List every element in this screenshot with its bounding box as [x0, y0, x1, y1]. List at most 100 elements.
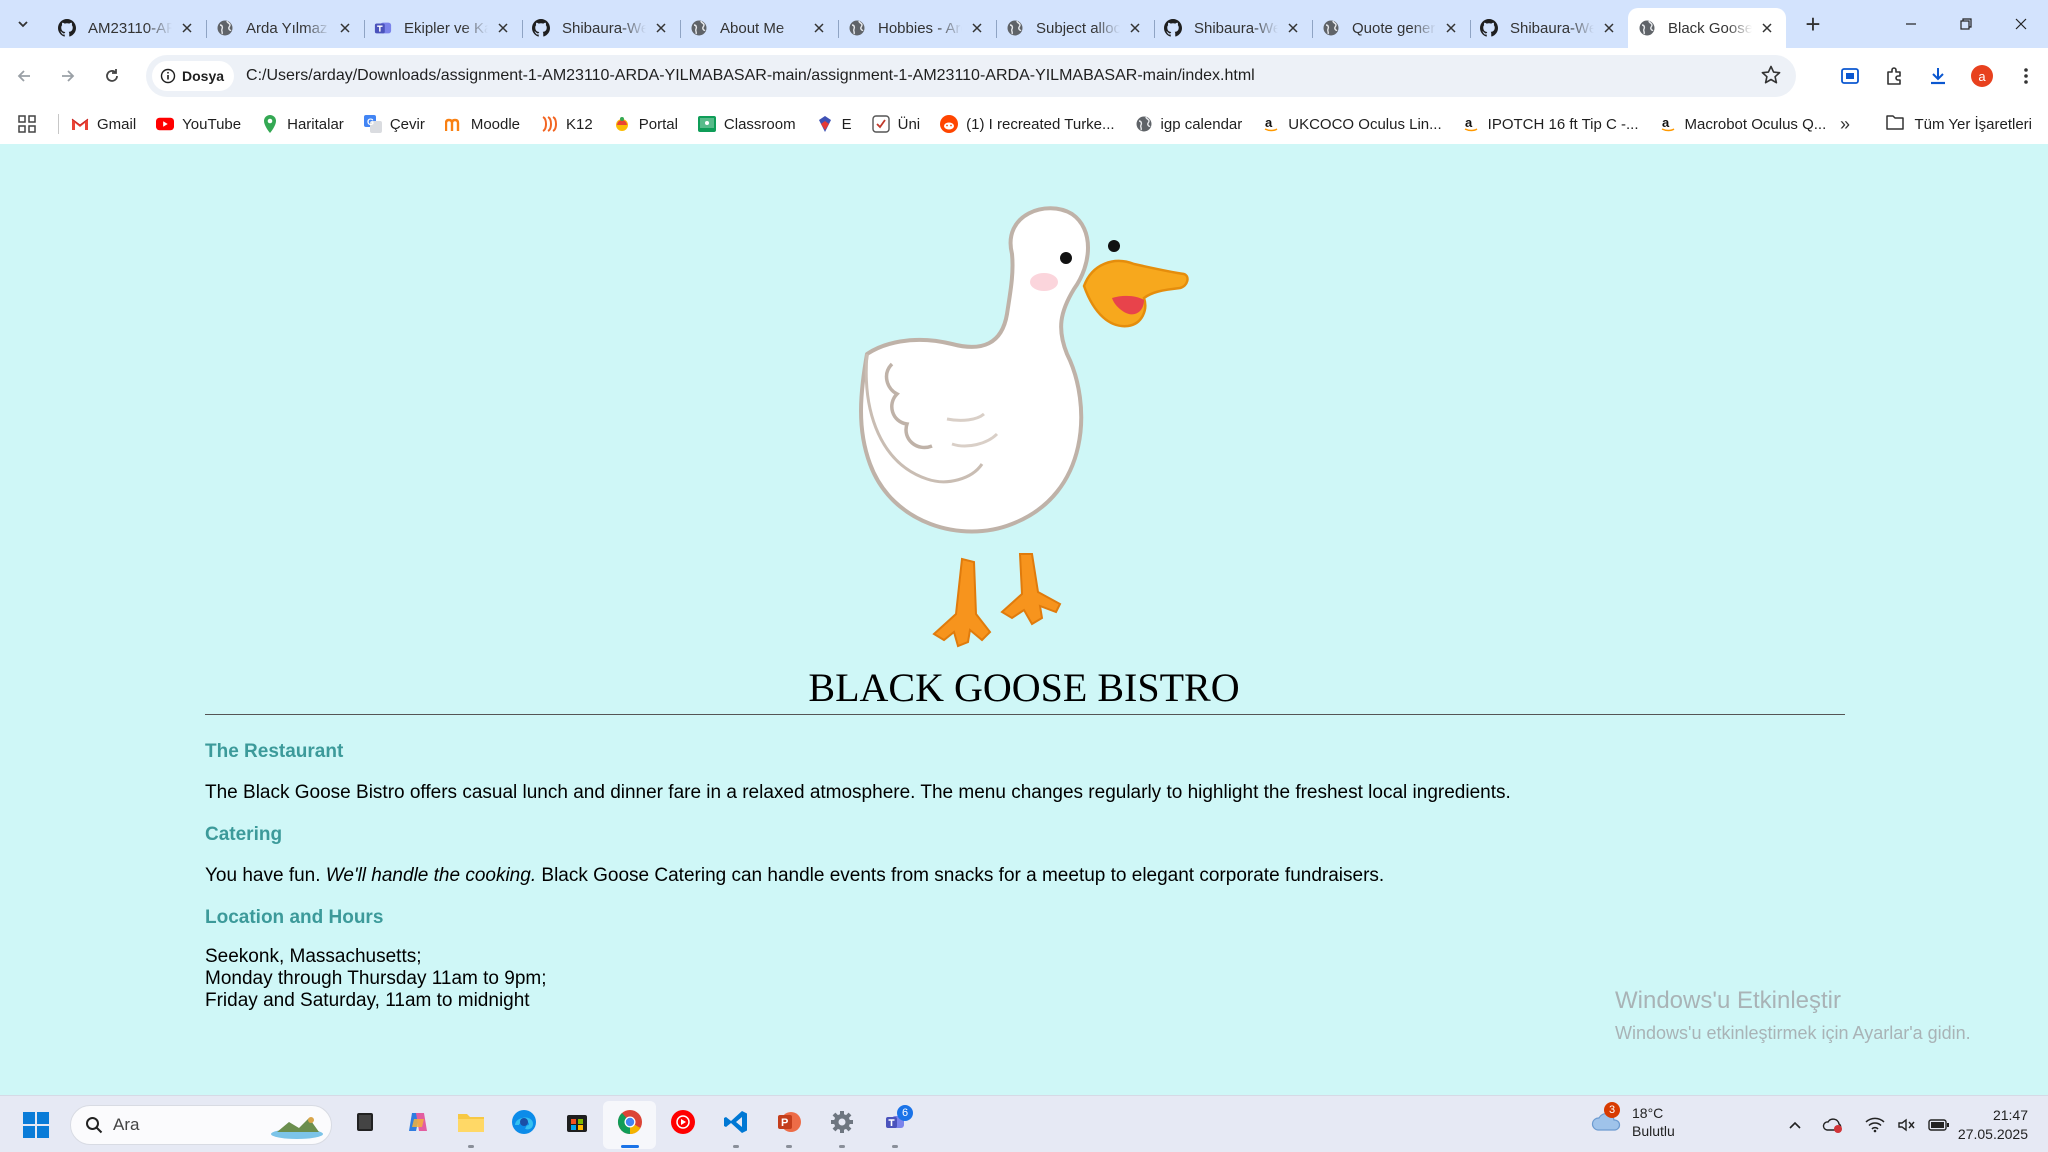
screen-capture-button[interactable]: [1828, 54, 1872, 98]
taskbar-app-task-view[interactable]: [338, 1101, 391, 1149]
globe-icon: [1322, 19, 1340, 37]
tab-close-button[interactable]: [178, 19, 196, 37]
site-info-chip[interactable]: Dosya: [152, 61, 235, 91]
tab-active[interactable]: Black Goose Bistro: [1628, 8, 1786, 48]
tab-close-button[interactable]: [494, 19, 512, 37]
taskbar-app-file-explorer[interactable]: [444, 1101, 497, 1149]
tab-title: AM23110-ARDA: [88, 19, 172, 37]
wifi-button[interactable]: [1860, 1110, 1890, 1140]
bookmarks-divider: [58, 114, 59, 134]
forward-button[interactable]: [48, 56, 88, 96]
all-bookmarks-label: Tüm Yer İşaretleri: [1914, 115, 2032, 133]
tab-close-button[interactable]: [1600, 19, 1618, 37]
bookmark-label: Moodle: [470, 115, 521, 133]
bookmark-item[interactable]: Gmail: [71, 115, 136, 133]
tab[interactable]: Shibaura-Web: [1154, 8, 1312, 48]
tab-close-button[interactable]: [1758, 19, 1776, 37]
tab[interactable]: Ekipler ve Kanallar: [364, 8, 522, 48]
store-icon: [565, 1110, 589, 1139]
taskbar-app-teams[interactable]: 6: [868, 1101, 921, 1149]
task-view-icon: [353, 1110, 377, 1139]
profile-button[interactable]: a: [1960, 54, 2004, 98]
bookmark-item[interactable]: Haritalar: [261, 115, 344, 133]
volume-button[interactable]: [1892, 1110, 1922, 1140]
bookmark-item[interactable]: K12: [540, 115, 593, 133]
tab-close-button[interactable]: [1284, 19, 1302, 37]
bookmark-item[interactable]: Üni: [871, 115, 920, 133]
bookmark-item[interactable]: Portal: [613, 115, 678, 133]
window-controls: [1883, 0, 2048, 48]
extensions-button[interactable]: [1872, 54, 1916, 98]
back-button[interactable]: [4, 56, 44, 96]
address-bar[interactable]: Dosya C:/Users/arday/Downloads/assignmen…: [146, 55, 1796, 97]
bookmark-item[interactable]: (1) I recreated Turke...: [940, 115, 1115, 133]
taskbar-app-edge[interactable]: [497, 1101, 550, 1149]
bookmark-item[interactable]: E: [816, 115, 852, 133]
taskbar-app-copilot[interactable]: [391, 1101, 444, 1149]
onedrive-button[interactable]: [1818, 1110, 1848, 1140]
downloads-button[interactable]: [1916, 54, 1960, 98]
github-icon: [1480, 19, 1498, 37]
tab[interactable]: AM23110-ARDA: [48, 8, 206, 48]
github-icon: [532, 19, 550, 37]
system-clock[interactable]: 21:47 27.05.2025: [1958, 1106, 2028, 1144]
bookmark-item[interactable]: YouTube: [156, 115, 241, 133]
all-bookmarks-button[interactable]: Tüm Yer İşaretleri: [1886, 114, 2032, 134]
activation-watermark: Windows'u Etkinleştir Windows'u etkinleş…: [1615, 987, 1971, 1044]
tab-close-button[interactable]: [652, 19, 670, 37]
taskbar-search[interactable]: Ara: [70, 1105, 332, 1145]
tab[interactable]: Shibaura-Web: [1470, 8, 1628, 48]
tab[interactable]: Subject allocation: [996, 8, 1154, 48]
taskbar-app-store[interactable]: [550, 1101, 603, 1149]
bookmark-item[interactable]: a Macrobot Oculus Q...: [1659, 115, 1826, 133]
tab-close-button[interactable]: [336, 19, 354, 37]
close-icon: [656, 23, 666, 33]
tab-close-button[interactable]: [1126, 19, 1144, 37]
bookmark-item[interactable]: a UKCOCO Oculus Lin...: [1262, 115, 1442, 133]
copilot-icon: [405, 1109, 431, 1140]
running-indicator: [467, 1144, 474, 1148]
tab[interactable]: Quote generator: [1312, 8, 1470, 48]
restaurant-description: The Black Goose Bistro offers casual lun…: [205, 782, 1511, 803]
taskbar-app-vscode[interactable]: [709, 1101, 762, 1149]
weather-widget[interactable]: 3 18°C Bulutlu: [1590, 1102, 1675, 1140]
url-text[interactable]: C:/Users/arday/Downloads/assignment-1-AM…: [246, 67, 1255, 85]
new-tab-button[interactable]: +: [1796, 7, 1830, 41]
info-icon: [160, 68, 176, 84]
apps-button[interactable]: [18, 115, 48, 133]
chevron-down-icon: [18, 21, 28, 28]
taskbar-app-settings[interactable]: [815, 1101, 868, 1149]
tab-close-button[interactable]: [810, 19, 828, 37]
battery-button[interactable]: [1924, 1110, 1954, 1140]
bookmark-item[interactable]: Moodle: [444, 115, 521, 133]
taskbar-app-powerpoint[interactable]: P: [762, 1101, 815, 1149]
minimize-button[interactable]: [1883, 0, 1938, 48]
tab[interactable]: Hobbies - Arda: [838, 8, 996, 48]
tab-close-button[interactable]: [968, 19, 986, 37]
tab[interactable]: Shibaura-Web: [522, 8, 680, 48]
catering-tail: Black Goose Catering can handle events f…: [541, 865, 1385, 886]
taskbar-app-youtube-music[interactable]: [656, 1101, 709, 1149]
tray-overflow-button[interactable]: [1780, 1110, 1810, 1140]
tab-list: AM23110-ARDA Arda Yılmaz Ekipler ve Kanall…: [48, 0, 1786, 48]
running-indicator: [732, 1144, 739, 1148]
bookmarks-overflow-button[interactable]: »: [1840, 114, 1850, 135]
reload-button[interactable]: [92, 56, 132, 96]
restore-button[interactable]: [1938, 0, 1993, 48]
notification-badge: 6: [897, 1104, 913, 1121]
bookmark-item[interactable]: G Çevir: [363, 115, 425, 133]
close-window-button[interactable]: [1993, 0, 2048, 48]
close-icon: [1288, 23, 1298, 33]
windows-start-icon[interactable]: [22, 1111, 50, 1139]
bookmark-item[interactable]: a IPOTCH 16 ft Tip C -...: [1462, 115, 1639, 133]
bookmark-star-icon[interactable]: [1760, 64, 1782, 86]
tab[interactable]: About Me: [680, 8, 838, 48]
menu-button[interactable]: [2004, 54, 2048, 98]
bookmark-item[interactable]: igp calendar: [1135, 115, 1242, 133]
bookmark-item[interactable]: Classroom: [697, 115, 796, 133]
amazon-icon: a: [1262, 115, 1280, 133]
tab-close-button[interactable]: [1442, 19, 1460, 37]
tab-search-button[interactable]: [6, 7, 40, 41]
tab[interactable]: Arda Yılmaz: [206, 8, 364, 48]
taskbar-app-chrome[interactable]: [603, 1100, 656, 1149]
